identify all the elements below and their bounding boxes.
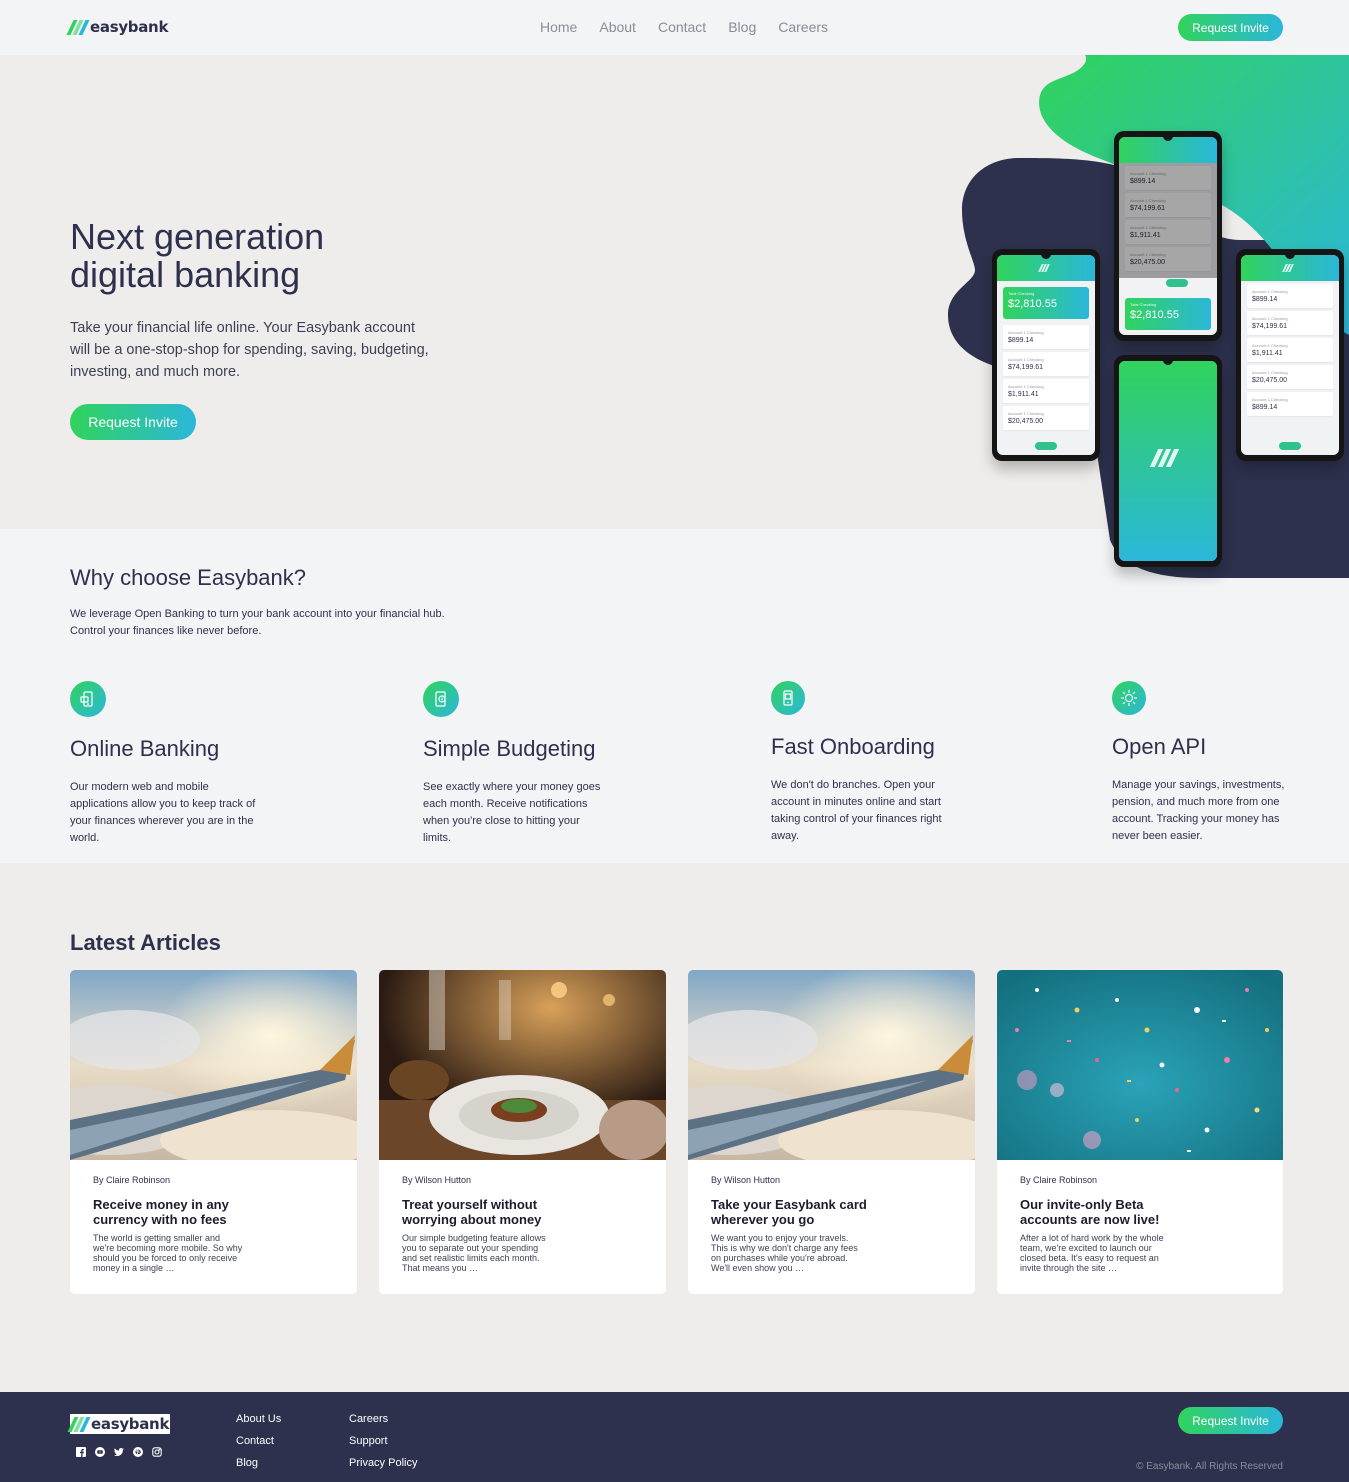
feature-title: Simple Budgeting (423, 736, 596, 761)
main-nav: Home About Contact Blog Careers (540, 19, 828, 35)
article-author: By Claire Robinson (1020, 1175, 1098, 1185)
article-card[interactable]: By Wilson Hutton Treat yourself without … (379, 970, 666, 1294)
article-title[interactable]: Treat yourself without worrying about mo… (402, 1197, 582, 1227)
feature-title: Open API (1112, 734, 1207, 759)
article-author: By Wilson Hutton (711, 1175, 781, 1185)
nav-about[interactable]: About (599, 19, 636, 35)
feature-title: Fast Onboarding (771, 734, 935, 759)
feature-text: Our modern web and mobile applications a… (70, 781, 256, 844)
social-links (76, 1447, 162, 1457)
footer-brand-logo[interactable]: easybank (67, 1414, 171, 1434)
phone-mockup-left: Total Checking $2,810.55 Account 1 Checki… (992, 249, 1100, 461)
article-excerpt: We want you to enjoy your travels. This … (711, 1233, 858, 1273)
feature-simple-budgeting: Simple Budgeting See exactly where your … (423, 681, 603, 847)
api-icon (1112, 681, 1146, 715)
article-card[interactable]: By Wilson Hutton Take your Easybank card… (688, 970, 975, 1294)
twitter-icon[interactable] (114, 1447, 124, 1457)
hero-request-invite-button[interactable]: Request Invite (70, 404, 196, 440)
confetti-image (997, 970, 1283, 1160)
facebook-icon[interactable] (76, 1447, 86, 1457)
feature-fast-onboarding: Fast Onboarding We don't do branches. Op… (771, 681, 951, 845)
logo-wordmark: easybank (91, 1415, 170, 1433)
logo-mark-icon (67, 1416, 91, 1432)
why-text: We leverage Open Banking to turn your ba… (70, 608, 445, 637)
feature-text: Manage your savings, investments, pensio… (1112, 779, 1285, 842)
feature-title: Online Banking (70, 736, 220, 761)
footer-link-careers[interactable]: Careers (349, 1412, 417, 1426)
why-title: Why choose Easybank? (70, 565, 307, 590)
articles-section: Latest Articles By Claire Robinson Recei (0, 863, 1349, 1392)
airplane-wing-image (70, 970, 357, 1160)
online-banking-icon (70, 681, 106, 717)
article-excerpt: Our simple budgeting feature allows you … (402, 1233, 546, 1273)
phone-mockup-top: Account 1 Checking $899.14 Account 1 Chec… (1114, 131, 1222, 341)
logo-mark-icon (66, 19, 90, 35)
hero-title: Next generation digital banking (70, 218, 470, 294)
article-excerpt: The world is getting smaller and we're b… (93, 1233, 243, 1273)
why-section: Why choose Easybank? We leverage Open Ba… (0, 529, 1349, 863)
footer-link-privacy[interactable]: Privacy Policy (349, 1456, 417, 1470)
phone-mockup-right: Account 1 Checking $899.14 Account 1 Chec… (1236, 249, 1344, 461)
articles-title: Latest Articles (70, 930, 221, 955)
restaurant-dinner-image (379, 970, 666, 1160)
feature-text: See exactly where your money goes each m… (423, 781, 601, 844)
article-card[interactable]: By Claire Robinson Receive money in any … (70, 970, 357, 1294)
article-title[interactable]: Take your Easybank card wherever you go (711, 1197, 891, 1227)
footer-link-blog[interactable]: Blog (236, 1456, 281, 1470)
brand-logo[interactable]: easybank (66, 17, 169, 37)
footer-request-invite-button[interactable]: Request Invite (1178, 1407, 1283, 1434)
nav-blog[interactable]: Blog (728, 19, 756, 35)
article-author: By Claire Robinson (93, 1175, 171, 1185)
article-title[interactable]: Receive money in any currency with no fe… (93, 1197, 273, 1227)
article-card[interactable]: By Claire Robinson Our invite-only Beta … (997, 970, 1283, 1294)
hero-title-line1: Next generation (70, 216, 325, 257)
nav-careers[interactable]: Careers (778, 19, 828, 35)
instagram-icon[interactable] (152, 1447, 162, 1457)
footer-links-col2: Careers Support Privacy Policy (349, 1412, 417, 1470)
nav-contact[interactable]: Contact (658, 19, 706, 35)
article-author: By Wilson Hutton (402, 1175, 472, 1185)
budgeting-icon (423, 681, 459, 717)
footer-link-about[interactable]: About Us (236, 1412, 281, 1426)
youtube-icon[interactable] (95, 1447, 105, 1457)
hero-title-line2: digital banking (70, 254, 301, 295)
article-title[interactable]: Our invite-only Beta accounts are now li… (1020, 1197, 1200, 1227)
feature-online-banking: Online Banking Our modern web and mobile… (70, 681, 260, 847)
article-excerpt: After a lot of hard work by the whole te… (1020, 1233, 1164, 1273)
feature-open-api: Open API Manage your savings, investment… (1112, 681, 1287, 845)
feature-text: We don't do branches. Open your account … (771, 779, 942, 842)
pinterest-icon[interactable] (133, 1447, 143, 1457)
site-header: easybank Home About Contact Blog Careers… (0, 0, 1349, 55)
copyright-text: © Easybank. All Rights Reserved (1136, 1461, 1283, 1472)
header-request-invite-button[interactable]: Request Invite (1178, 14, 1283, 41)
airplane-wing-image (688, 970, 975, 1160)
phone-mockup-front (1114, 355, 1222, 567)
footer-links-col1: About Us Contact Blog (236, 1412, 281, 1470)
hero-text: Take your financial life online. Your Ea… (70, 320, 429, 380)
footer-link-contact[interactable]: Contact (236, 1434, 281, 1448)
nav-home[interactable]: Home (540, 19, 577, 35)
footer-link-support[interactable]: Support (349, 1434, 417, 1448)
logo-wordmark: easybank (90, 18, 169, 36)
onboarding-icon (771, 681, 805, 715)
site-footer: easybank About Us Contact Blog Careers S… (0, 1392, 1349, 1482)
